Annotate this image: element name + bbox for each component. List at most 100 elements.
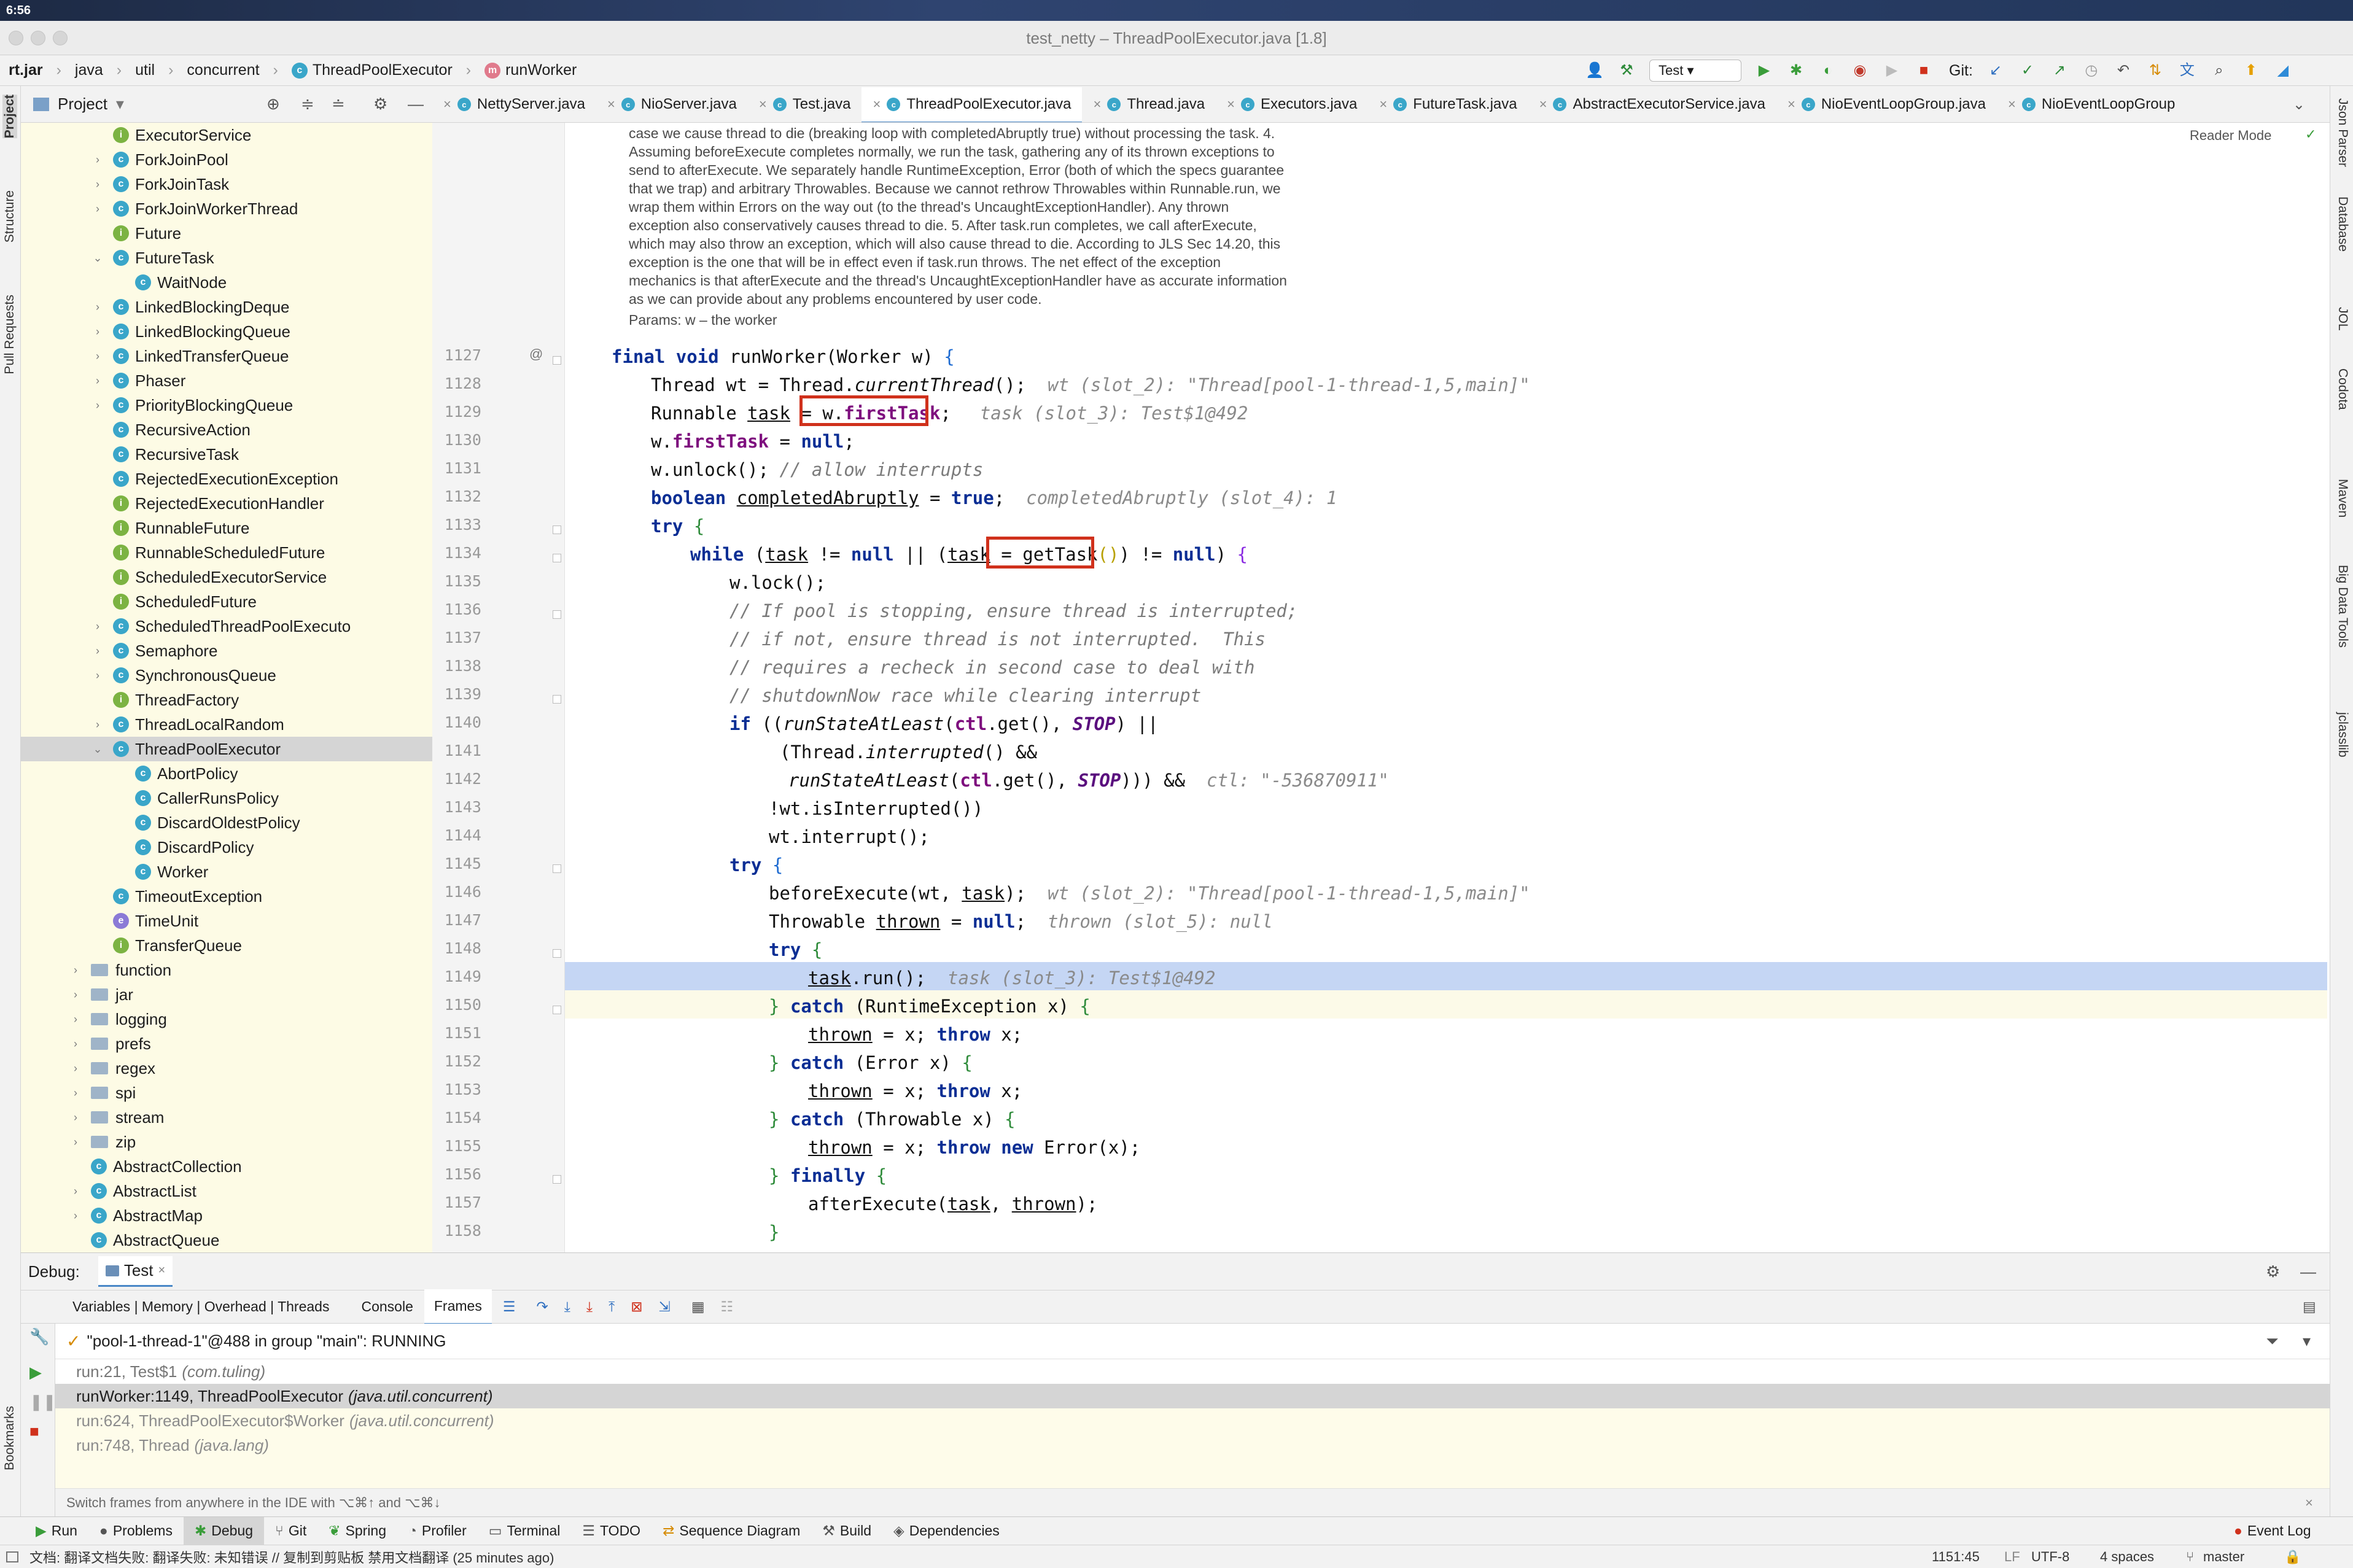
- tool-terminal[interactable]: ▭ Terminal: [478, 1517, 572, 1545]
- update-icon[interactable]: ⬆: [2242, 61, 2260, 80]
- breadcrumb-item[interactable]: rt.jar: [9, 61, 43, 79]
- chevron-right-icon[interactable]: ›: [69, 964, 82, 977]
- fold-marker-icon[interactable]: [553, 695, 561, 704]
- search-icon[interactable]: ⌕: [2210, 61, 2228, 80]
- gear-icon[interactable]: ⚙: [373, 95, 387, 114]
- tree-node[interactable]: › regex: [21, 1056, 432, 1081]
- chevron-right-icon[interactable]: ›: [91, 350, 104, 363]
- editor-tab[interactable]: × c NioEventLoopGroup: [1997, 86, 2186, 122]
- git-push-icon[interactable]: ↗: [2050, 61, 2069, 80]
- reader-mode-toggle[interactable]: Reader Mode: [2190, 128, 2271, 144]
- translate-icon[interactable]: 文: [2178, 61, 2196, 80]
- vcs-icon[interactable]: ⇅: [2146, 61, 2164, 80]
- chevron-down-icon[interactable]: ▾: [116, 95, 124, 114]
- close-tab-icon[interactable]: ×: [1227, 96, 1235, 112]
- tool-event-log[interactable]: ● Event Log: [2223, 1517, 2322, 1545]
- line-number[interactable]: 1130: [432, 431, 481, 449]
- stop-icon[interactable]: ■: [1915, 61, 1933, 80]
- tree-node[interactable]: c AbortPolicy: [21, 761, 432, 786]
- tree-node[interactable]: c AbstractQueue: [21, 1228, 432, 1252]
- chevron-right-icon[interactable]: ›: [91, 178, 104, 191]
- override-marker-icon[interactable]: @: [529, 346, 543, 362]
- chevron-down-icon[interactable]: ⌄: [91, 743, 104, 756]
- line-number[interactable]: 1140: [432, 713, 481, 731]
- stack-frame[interactable]: runWorker:1149, ThreadPoolExecutor (java.…: [55, 1384, 2330, 1408]
- chevron-down-icon[interactable]: ▾: [2303, 1332, 2311, 1351]
- run-to-cursor-icon[interactable]: ⇲: [659, 1298, 671, 1315]
- filter-icon[interactable]: ⏷: [2266, 1332, 2279, 1351]
- tree-node[interactable]: › c LinkedBlockingQueue: [21, 319, 432, 344]
- line-number[interactable]: 1141: [432, 742, 481, 759]
- tree-node[interactable]: › c LinkedBlockingDeque: [21, 295, 432, 319]
- line-number[interactable]: 1151: [432, 1024, 481, 1042]
- tree-node[interactable]: e TimeUnit: [21, 909, 432, 933]
- git-update-icon[interactable]: ↙: [1986, 61, 2005, 80]
- tree-node[interactable]: i TransferQueue: [21, 933, 432, 958]
- layout-icon[interactable]: ▤: [2303, 1298, 2316, 1315]
- history-icon[interactable]: ◷: [2082, 61, 2101, 80]
- big-data-tools-tab[interactable]: Big Data Tools: [2335, 565, 2350, 648]
- zoom-window-button[interactable]: [53, 31, 68, 45]
- tree-node[interactable]: › c LinkedTransferQueue: [21, 344, 432, 368]
- fold-marker-icon[interactable]: [553, 526, 561, 534]
- chevron-right-icon[interactable]: ›: [69, 1062, 82, 1075]
- tree-node[interactable]: › prefs: [21, 1031, 432, 1056]
- coverage-icon[interactable]: ◐: [1819, 61, 1837, 80]
- breadcrumb-item[interactable]: ThreadPoolExecutor: [313, 61, 453, 79]
- close-tab-icon[interactable]: ×: [759, 96, 767, 112]
- tree-node[interactable]: c RecursiveAction: [21, 417, 432, 442]
- tool-run[interactable]: ▶ Run: [25, 1517, 88, 1545]
- close-tab-icon[interactable]: ×: [443, 96, 451, 112]
- tree-node[interactable]: ⌄ c FutureTask: [21, 246, 432, 270]
- line-number[interactable]: 1150: [432, 996, 481, 1014]
- tree-node[interactable]: i Future: [21, 221, 432, 246]
- run-icon[interactable]: ▶: [1755, 61, 1773, 80]
- fold-marker-icon[interactable]: [553, 864, 561, 873]
- line-number[interactable]: 1136: [432, 600, 481, 618]
- stack-frame[interactable]: run:21, Test$1 (com.tuling): [55, 1359, 2330, 1384]
- chevron-down-icon[interactable]: ⌄: [2293, 96, 2305, 114]
- wrench-icon[interactable]: 🔧: [29, 1327, 49, 1346]
- maven-tool-tab[interactable]: Maven: [2335, 479, 2350, 518]
- locate-icon[interactable]: ⊕: [266, 95, 280, 114]
- hide-icon[interactable]: —: [2300, 1262, 2316, 1281]
- project-tool-tab[interactable]: Project: [2, 95, 17, 139]
- tree-node[interactable]: › jar: [21, 982, 432, 1007]
- user-icon[interactable]: 👤: [1585, 61, 1604, 80]
- tab-console[interactable]: Console: [361, 1298, 413, 1315]
- editor-tab[interactable]: × c Executors.java: [1216, 86, 1368, 122]
- line-number[interactable]: 1145: [432, 855, 481, 872]
- line-number[interactable]: 1133: [432, 516, 481, 534]
- lock-icon[interactable]: 🔒: [2284, 1549, 2301, 1565]
- close-window-button[interactable]: [9, 31, 23, 45]
- editor-tab[interactable]: × c ThreadPoolExecutor.java: [861, 87, 1083, 122]
- inspection-ok-icon[interactable]: ✓: [2305, 126, 2316, 142]
- tree-node[interactable]: i RejectedExecutionHandler: [21, 491, 432, 516]
- tree-node[interactable]: › c PriorityBlockingQueue: [21, 393, 432, 417]
- tab-frames[interactable]: Frames: [424, 1289, 492, 1325]
- plugin-icon[interactable]: ◢: [2274, 61, 2292, 80]
- tree-node[interactable]: › spi: [21, 1081, 432, 1105]
- chevron-right-icon[interactable]: ›: [91, 645, 104, 658]
- line-number[interactable]: 1132: [432, 487, 481, 505]
- tree-node[interactable]: › c AbstractList: [21, 1179, 432, 1203]
- close-tab-icon[interactable]: ×: [2008, 96, 2016, 112]
- fold-marker-icon[interactable]: [553, 949, 561, 958]
- tree-node[interactable]: › c ScheduledThreadPoolExecuto: [21, 614, 432, 638]
- collapse-all-icon[interactable]: ≐: [332, 95, 345, 114]
- tree-node[interactable]: › c AbstractMap: [21, 1203, 432, 1228]
- line-number[interactable]: 1148: [432, 939, 481, 957]
- line-number[interactable]: 1155: [432, 1137, 481, 1155]
- tool-dependencies[interactable]: ◈ Dependencies: [882, 1517, 1011, 1545]
- line-number[interactable]: 1138: [432, 657, 481, 675]
- step-into-icon[interactable]: ⤓: [564, 1298, 570, 1315]
- structure-tool-tab[interactable]: Structure: [2, 190, 17, 243]
- tool-sequence-diagram[interactable]: ⇄ Sequence Diagram: [651, 1517, 811, 1545]
- tree-node[interactable]: i ScheduledFuture: [21, 589, 432, 614]
- tree-node[interactable]: i ThreadFactory: [21, 688, 432, 712]
- step-over-icon[interactable]: ↷: [536, 1298, 548, 1315]
- chevron-right-icon[interactable]: ›: [69, 1013, 82, 1026]
- chevron-right-icon[interactable]: ›: [91, 375, 104, 387]
- chevron-right-icon[interactable]: ›: [69, 1136, 82, 1149]
- chevron-right-icon[interactable]: ›: [91, 399, 104, 412]
